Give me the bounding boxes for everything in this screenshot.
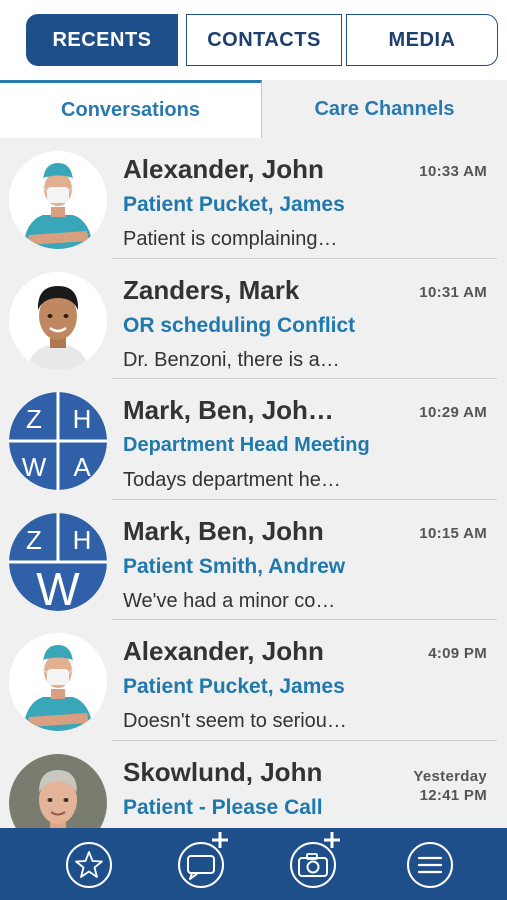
contact-name: Mark, Ben, Joh… <box>123 395 334 425</box>
message-preview: Patient is complaining… <box>123 228 338 250</box>
tab-recents[interactable]: RECENTS <box>26 14 178 66</box>
conversation-row[interactable]: Skowlund, John Yesterday 12:41 PM Patien… <box>0 741 507 828</box>
tab-contacts[interactable]: CONTACTS <box>186 14 342 66</box>
group-initial: A <box>73 452 91 482</box>
message-time: 10:15 AM <box>419 524 487 542</box>
message-preview: Todays department he… <box>123 469 341 491</box>
message-preview: Dr. Benzoni, there is a… <box>123 348 340 371</box>
message-preview: Doesn't seem to seriou… <box>123 710 347 732</box>
group-initial: Z <box>26 404 42 434</box>
favorites-button[interactable] <box>64 840 114 890</box>
sub-tabs: Conversations Care Channels <box>0 80 507 138</box>
conversation-subject: OR scheduling Conflict <box>123 313 356 337</box>
message-time: 4:09 PM <box>428 645 487 662</box>
conversation-subject: Patient Smith, Andrew <box>123 554 346 578</box>
man-avatar <box>9 271 107 370</box>
contact-name: Zanders, Mark <box>123 274 300 305</box>
star-icon <box>66 842 112 888</box>
conversation-subject: Patient Pucket, James <box>123 675 345 698</box>
conversation-row[interactable]: Z H W Mark, Ben, John 10:15 AM Patient S… <box>0 500 507 620</box>
tab-care-channels[interactable]: Care Channels <box>262 80 507 138</box>
contact-name: Skowlund, John <box>123 756 323 787</box>
contact-name: Alexander, John <box>123 636 324 666</box>
tab-media[interactable]: MEDIA <box>346 14 498 66</box>
group-avatar: Z H W A <box>9 392 107 490</box>
group-initial: H <box>73 404 92 434</box>
group-initial: Z <box>26 525 42 555</box>
message-preview: We've had a minor co… <box>123 589 336 612</box>
new-message-icon <box>178 832 228 888</box>
conversation-subject: Patient Pucket, James <box>123 193 345 216</box>
conversation-row[interactable]: Alexander, John 4:09 PM Patient Pucket, … <box>0 620 507 741</box>
top-segmented-control: RECENTS CONTACTS MEDIA <box>26 14 498 66</box>
menu-button[interactable] <box>405 840 455 890</box>
message-time: 10:33 AM <box>419 163 487 180</box>
conversation-list: Alexander, John 10:33 AM Patient Pucket,… <box>0 138 507 828</box>
surgeon-avatar <box>9 633 107 731</box>
menu-icon <box>407 842 453 888</box>
contact-name: Mark, Ben, John <box>123 515 324 546</box>
group-initial: W <box>36 563 80 611</box>
group-initial: W <box>22 452 47 482</box>
new-photo-button[interactable] <box>288 832 340 890</box>
group-avatar: Z H W <box>9 512 107 611</box>
surgeon-avatar <box>9 151 107 249</box>
group-initial: H <box>73 525 92 555</box>
message-time: 10:29 AM <box>419 404 487 421</box>
contact-name: Alexander, John <box>123 154 324 184</box>
new-message-button[interactable] <box>176 832 228 890</box>
conversation-row[interactable]: Zanders, Mark 10:31 AM OR scheduling Con… <box>0 259 507 379</box>
message-time: 10:31 AM <box>419 283 487 301</box>
tab-conversations[interactable]: Conversations <box>0 80 262 138</box>
conversation-row[interactable]: Alexander, John 10:33 AM Patient Pucket,… <box>0 138 507 259</box>
man-avatar <box>9 753 107 828</box>
conversation-subject: Patient - Please Call <box>123 795 323 819</box>
message-date: Yesterday <box>413 767 487 785</box>
bottom-toolbar <box>0 828 507 900</box>
conversation-row[interactable]: Z H W A Mark, Ben, Joh… 10:29 AM Departm… <box>0 379 507 500</box>
new-photo-icon <box>290 832 340 888</box>
conversation-subject: Department Head Meeting <box>123 434 370 456</box>
